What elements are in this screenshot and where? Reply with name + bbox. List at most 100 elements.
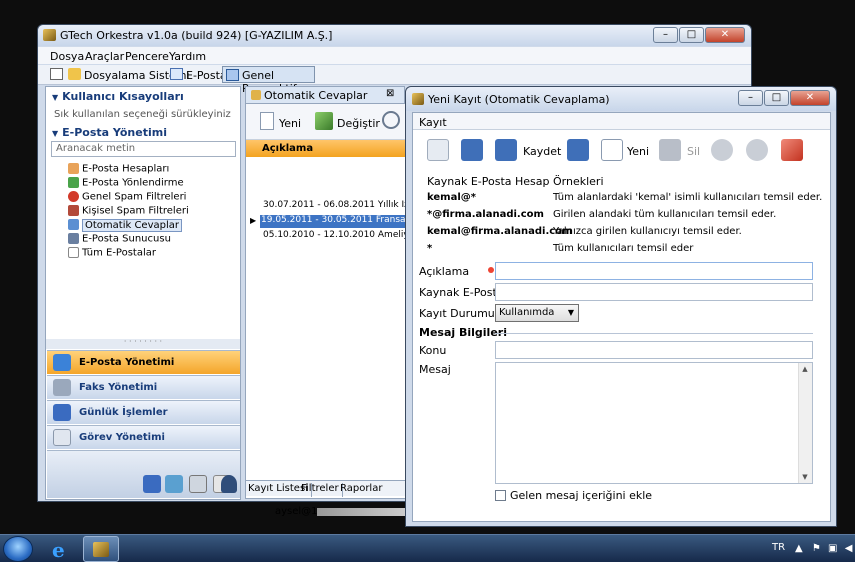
close-button[interactable]: ✕: [705, 27, 745, 43]
column-header-aciklama[interactable]: Açıklama: [246, 140, 408, 157]
table-row-selected[interactable]: 19.05.2011 - 30.05.2011 Fransa Fuarı: [260, 215, 406, 228]
redacted-block: [317, 508, 407, 516]
edit-icon[interactable]: [315, 112, 333, 130]
item-label: E-Posta Hesapları: [82, 163, 170, 175]
mesaj-textarea[interactable]: ▲ ▼: [495, 362, 813, 484]
close-tab-icon[interactable]: ⊠: [386, 88, 394, 99]
spam-icon: [68, 191, 79, 202]
module-gorev-button[interactable]: Görev Yönetimi: [47, 425, 240, 449]
dialog-title-bar[interactable]: Yeni Kayıt (Otomatik Cevaplama) – □ ✕: [406, 87, 836, 111]
forward-icon: [68, 177, 79, 188]
dialog-toolbar: Kaydet Yeni Sil: [413, 131, 830, 169]
select-add-icon[interactable]: [427, 139, 449, 161]
degistir-button[interactable]: Değiştir: [337, 117, 380, 130]
sidebar-item-tum-epostalar[interactable]: Tüm E-Postalar: [68, 247, 156, 261]
server-icon[interactable]: [165, 475, 183, 493]
menu-pencere[interactable]: Pencere: [125, 50, 169, 63]
flag-icon[interactable]: ⚑: [812, 543, 821, 554]
tab-raporlar[interactable]: Raporlar: [340, 483, 382, 497]
kayit-durumu-select[interactable]: Kullanımda ▼: [495, 304, 579, 322]
language-indicator[interactable]: TR: [772, 542, 785, 553]
ekle-checkbox[interactable]: [495, 490, 506, 501]
user-icon[interactable]: [221, 475, 237, 493]
scroll-down-icon[interactable]: ▼: [799, 473, 811, 481]
volume-icon[interactable]: ◀: [845, 543, 853, 554]
chevron-up-icon[interactable]: ▲: [795, 543, 803, 554]
kaynak-eposta-field[interactable]: [495, 283, 813, 301]
system-tray: ▲ ⚑ ▣ ◀: [795, 543, 852, 554]
konu-field[interactable]: [495, 341, 813, 359]
save-new-icon[interactable]: [461, 139, 483, 161]
sidebar-item-eposta-sunucusu[interactable]: E-Posta Sunucusu: [68, 233, 171, 247]
scrollbar[interactable]: ▲ ▼: [798, 363, 812, 483]
sidebar-item-eposta-yonlendirme[interactable]: E-Posta Yönlendirme: [68, 177, 184, 191]
module-eposta-button[interactable]: E-Posta Yönetimi: [47, 350, 240, 374]
item-label: Tüm E-Postalar: [82, 247, 156, 259]
mail-icon: [170, 68, 183, 80]
new-icon[interactable]: [260, 112, 274, 130]
checkmark-icon[interactable]: [781, 139, 803, 161]
users-icon: [68, 163, 79, 174]
network-icon[interactable]: ▣: [828, 543, 837, 554]
scroll-up-icon[interactable]: ▲: [799, 365, 811, 373]
genel-perspektif-button[interactable]: Genel Perspektif: [222, 66, 315, 95]
menu-kayit[interactable]: Kayıt: [419, 116, 447, 129]
sidebar-item-eposta-hesaplari[interactable]: E-Posta Hesapları: [68, 163, 169, 177]
bottom-tabs: Kayıt Listesi Filtreler Raporlar: [246, 480, 408, 497]
shortcuts-title: Kullanıcı Kısayolları: [62, 90, 184, 103]
tab-label: Otomatik Cevaplar: [264, 89, 368, 102]
chevron-down-icon: ▼: [567, 308, 574, 317]
eposta-title: E-Posta Yönetimi: [62, 126, 167, 139]
eposta-header[interactable]: ▼ E-Posta Yönetimi: [52, 126, 167, 139]
module-label: E-Posta Yönetimi: [79, 357, 175, 368]
yeni-button[interactable]: Yeni: [627, 145, 649, 158]
fax-icon[interactable]: [189, 475, 207, 493]
perspective-icon: [226, 69, 239, 81]
start-button[interactable]: [3, 536, 33, 562]
menu-araclar[interactable]: Araçlar: [85, 50, 124, 63]
table-row[interactable]: 05.10.2010 - 12.10.2010 Ameliyat İzni: [262, 230, 408, 243]
row-pointer-icon: ▶: [250, 216, 257, 225]
kaydet-button[interactable]: Kaydet: [523, 145, 561, 158]
main-title-bar[interactable]: GTech Orkestra v1.0a (build 924) [G-YAZI…: [38, 25, 751, 46]
arrow-up-icon[interactable]: [711, 139, 733, 161]
tab-otomatik-cevaplar[interactable]: Otomatik Cevaplar ⊠: [245, 86, 405, 103]
menu-yardim[interactable]: Yardım: [169, 50, 206, 63]
aciklama-field[interactable]: [495, 262, 813, 280]
yeni-button[interactable]: Yeni: [279, 117, 301, 130]
minimize-button[interactable]: –: [653, 27, 678, 43]
menu-bar: Dosya Araçlar Pencere Yardım: [38, 47, 751, 64]
internet-explorer-icon[interactable]: e: [52, 538, 65, 562]
save-icon[interactable]: [495, 139, 517, 161]
shortcuts-hint: Sık kullanılan seçeneği sürükleyiniz: [54, 109, 231, 120]
autoreply-icon: [68, 219, 79, 230]
search-icon[interactable]: [382, 111, 400, 129]
taskbar-app-button[interactable]: [83, 536, 119, 562]
select-value: Kullanımda: [499, 307, 555, 318]
sidebar-item-otomatik-cevaplar[interactable]: Otomatik Cevaplar: [68, 218, 182, 233]
sidebar-item-genel-spam[interactable]: Genel Spam Filtreleri: [68, 191, 186, 205]
splitter-handle[interactable]: · · · · · · · ·: [46, 338, 240, 349]
module-gunluk-button[interactable]: Günlük İşlemler: [47, 400, 240, 424]
shortcuts-header[interactable]: ▼ Kullanıcı Kısayolları: [52, 90, 184, 103]
save-add-icon[interactable]: [567, 139, 589, 161]
tab-filtreler[interactable]: Filtreler: [301, 483, 343, 497]
arrow-down-icon[interactable]: [746, 139, 768, 161]
item-label: E-Posta Sunucusu: [82, 233, 171, 245]
new-document-icon[interactable]: [601, 139, 623, 161]
maximize-button[interactable]: □: [679, 27, 704, 43]
menu-dosya[interactable]: Dosya: [50, 50, 84, 63]
minimize-button[interactable]: –: [738, 90, 763, 106]
book-icon[interactable]: [143, 475, 161, 493]
module-faks-button[interactable]: Faks Yönetimi: [47, 375, 240, 399]
table-row[interactable]: 30.07.2011 - 06.08.2011 Yıllık İzin: [262, 200, 408, 213]
example-key: kemal@*: [427, 192, 476, 203]
toolbar-eposta[interactable]: E-Posta: [186, 69, 227, 82]
close-button[interactable]: ✕: [790, 90, 830, 106]
autoreply-icon: [251, 90, 261, 100]
sidebar-item-kisisel-spam[interactable]: Kişisel Spam Filtreleri: [68, 205, 189, 219]
search-input[interactable]: Aranacak metin: [51, 141, 236, 157]
module-label: Günlük İşlemler: [79, 407, 168, 418]
maximize-button[interactable]: □: [764, 90, 789, 106]
example-desc: Girilen alandaki tüm kullanıcıları temsi…: [553, 209, 777, 220]
